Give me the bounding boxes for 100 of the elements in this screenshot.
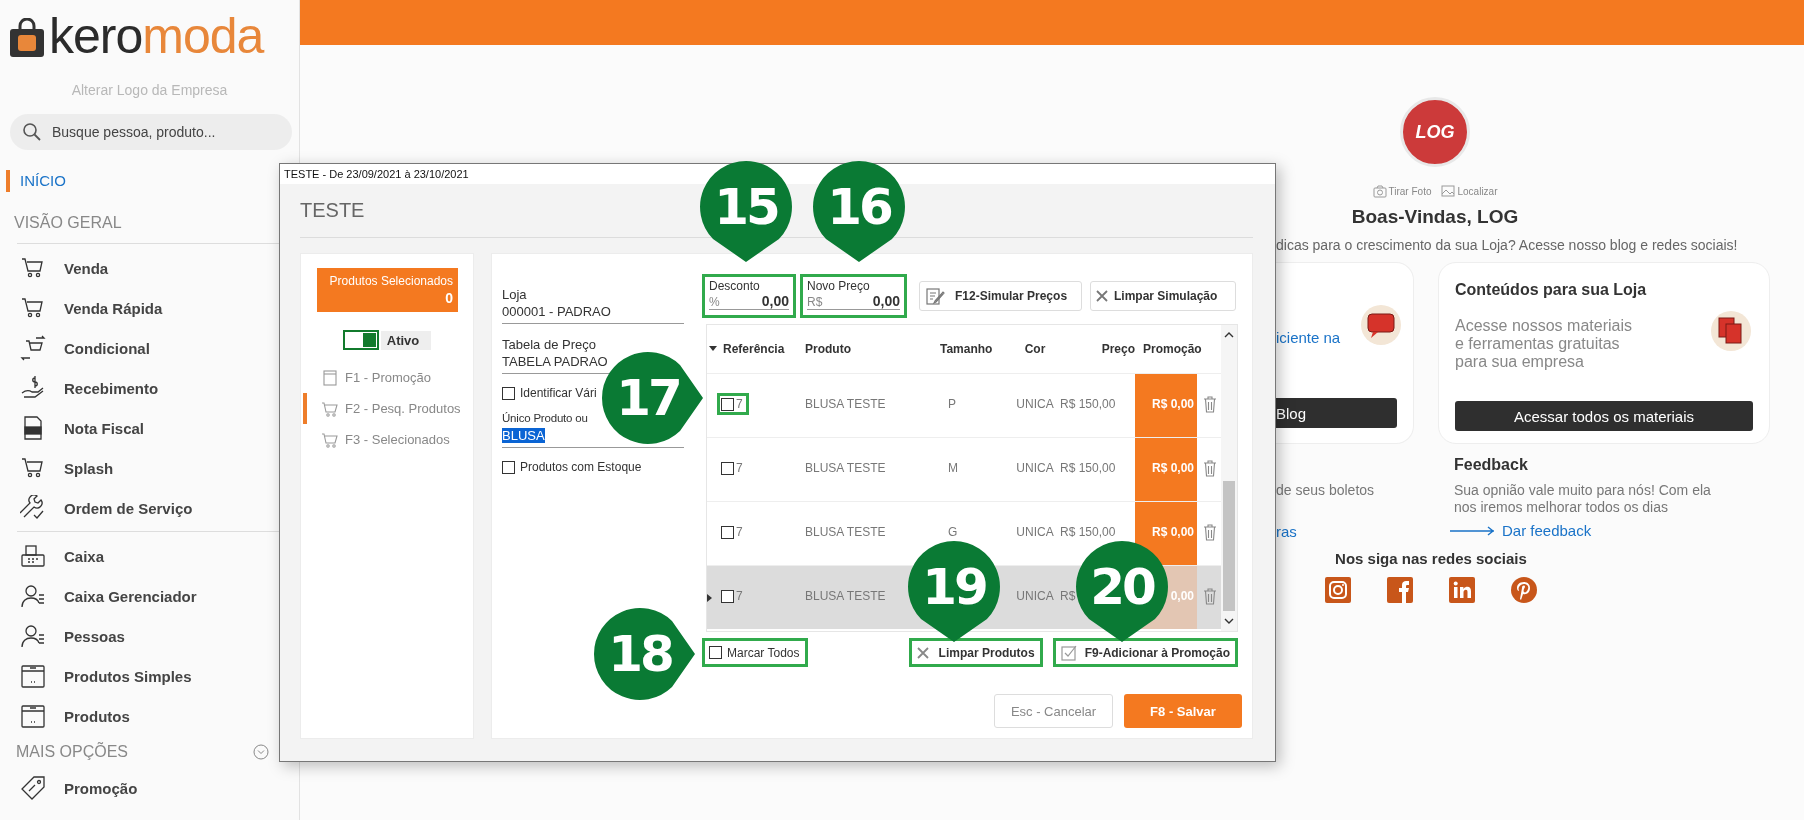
card-title: Conteúdos para sua Loja bbox=[1455, 281, 1648, 299]
column-header[interactable]: Produto bbox=[805, 342, 940, 356]
feedback-link[interactable]: Dar feedback bbox=[1502, 522, 1592, 539]
section-heading: MAIS OPÇÕES bbox=[16, 743, 129, 761]
close-icon bbox=[1096, 290, 1108, 302]
checkbox[interactable] bbox=[721, 525, 734, 539]
table-cell: M bbox=[948, 461, 958, 475]
photo-action-link[interactable]: Localizar bbox=[1441, 185, 1498, 198]
menu-item[interactable]: Pessoas bbox=[0, 616, 299, 656]
social-title: Nos siga nas redes sociais bbox=[1335, 550, 1527, 567]
trash-icon[interactable] bbox=[1202, 459, 1217, 477]
menu-item[interactable]: Recebimento bbox=[0, 368, 299, 408]
menu-item[interactable]: Splash bbox=[0, 448, 299, 488]
add-to-promotion-button[interactable]: F9-Adicionar à Promoção bbox=[1052, 638, 1238, 667]
discount-field[interactable]: Desconto % 0,00 bbox=[702, 274, 796, 318]
toggle-label: Ativo bbox=[380, 330, 432, 350]
promotion-cell: R$ 0,00 bbox=[1135, 502, 1197, 565]
menu-item[interactable]: Produtos bbox=[0, 696, 299, 736]
step-tab[interactable]: F2 - Pesq. Produtos bbox=[303, 393, 473, 424]
cancel-button[interactable]: Esc - Cancelar bbox=[994, 694, 1113, 728]
table-cell: 7 bbox=[736, 589, 743, 603]
checkbox[interactable] bbox=[721, 461, 734, 475]
mark-all-checkbox[interactable]: Marcar Todos bbox=[702, 638, 809, 667]
table-cell: R$ bbox=[1060, 589, 1076, 603]
box-icon bbox=[20, 663, 46, 689]
search-icon bbox=[22, 122, 42, 142]
arrow-right-icon bbox=[1450, 525, 1496, 536]
scroll-up-icon[interactable] bbox=[1224, 331, 1234, 339]
product-field[interactable]: BLUSA bbox=[502, 428, 545, 443]
column-header[interactable]: Tamanho bbox=[940, 342, 1010, 356]
card-link[interactable]: iciente na bbox=[1276, 329, 1341, 346]
linkedin-icon[interactable] bbox=[1449, 577, 1475, 603]
photo-action-link[interactable]: Tirar Foto bbox=[1372, 185, 1432, 198]
field-label: Único Produto ou bbox=[502, 412, 588, 424]
checkbox[interactable] bbox=[502, 460, 515, 474]
person-icon bbox=[20, 583, 46, 609]
table-cell: R$ 150,00 bbox=[1060, 461, 1116, 475]
scrollbar[interactable] bbox=[1221, 325, 1237, 631]
menu-item[interactable]: Promoção bbox=[0, 768, 299, 808]
table-row[interactable]: 7 BLUSA TESTE M UNICA R$ 150,00 R$ 0,00 bbox=[707, 437, 1221, 501]
column-header[interactable]: Cor bbox=[1010, 342, 1060, 356]
sort-caret-icon[interactable] bbox=[709, 346, 717, 352]
nav-link[interactable]: INÍCIO bbox=[6, 170, 66, 192]
table-cell: UNICA bbox=[1016, 461, 1054, 475]
checkbox[interactable] bbox=[721, 589, 734, 603]
menu-item[interactable]: Ordem de Serviço bbox=[0, 488, 299, 528]
table-cell: R$ 150,00 bbox=[1060, 525, 1116, 539]
cart-icon bbox=[321, 399, 339, 418]
step-tab[interactable]: F3 - Selecionados bbox=[303, 424, 473, 455]
facebook-icon[interactable] bbox=[1387, 577, 1413, 603]
menu-item[interactable]: Caixa bbox=[0, 536, 299, 576]
swap-icon bbox=[20, 335, 46, 361]
card-text: Acesse nossos materiais e ferramentas gratuitas para sua empresa bbox=[1455, 316, 1633, 372]
table-cell: R$ 150,00 bbox=[1060, 397, 1116, 411]
info-link[interactable]: ras bbox=[1276, 523, 1414, 540]
blog-button[interactable]: Blog bbox=[1276, 398, 1397, 428]
register-icon bbox=[20, 543, 46, 569]
menu-item[interactable]: Condicional bbox=[0, 328, 299, 368]
tag-icon bbox=[20, 775, 46, 801]
search-field[interactable]: Busque pessoa, produto... bbox=[10, 114, 292, 150]
table-cell: UNICA bbox=[1016, 589, 1054, 603]
promotion-cell: R$ 0,00 bbox=[1135, 374, 1197, 437]
menu-item[interactable]: Produtos Simples bbox=[0, 656, 299, 696]
column-header[interactable]: Preço bbox=[1060, 342, 1135, 356]
scroll-down-icon[interactable] bbox=[1224, 617, 1234, 625]
materials-button[interactable]: Acessar todos os materiais bbox=[1455, 401, 1753, 431]
menu-item[interactable]: Venda Rápida bbox=[0, 288, 299, 328]
table-row[interactable]: 7 BLUSA TESTE P UNICA R$ 150,00 R$ 0,00 bbox=[707, 373, 1221, 437]
checkbox[interactable] bbox=[502, 386, 515, 400]
camera-icon bbox=[1372, 185, 1387, 198]
callout-marker: 19 bbox=[908, 541, 1000, 642]
step-tab[interactable]: F1 - Promoção bbox=[303, 362, 473, 393]
clear-simulation-button[interactable]: Limpar Simulação bbox=[1090, 281, 1236, 311]
new-price-field[interactable]: Novo Preço R$ 0,00 bbox=[800, 274, 907, 318]
table-cell: BLUSA TESTE bbox=[805, 461, 886, 475]
store-field[interactable]: 000001 - PADRAO bbox=[502, 304, 611, 319]
column-header[interactable]: Referência bbox=[717, 342, 805, 356]
trash-icon[interactable] bbox=[1202, 587, 1217, 605]
pinterest-icon[interactable] bbox=[1511, 577, 1537, 603]
clear-products-button[interactable]: Limpar Produtos bbox=[908, 638, 1043, 667]
menu-item[interactable]: Caixa Gerenciador bbox=[0, 576, 299, 616]
image-icon bbox=[1441, 185, 1456, 198]
trash-icon[interactable] bbox=[1202, 523, 1217, 541]
menu-item[interactable]: Nota Fiscal bbox=[0, 408, 299, 448]
checkbox[interactable] bbox=[721, 397, 734, 411]
table-cell: UNICA bbox=[1016, 397, 1054, 411]
calendar-icon bbox=[321, 368, 339, 387]
toggle-switch[interactable] bbox=[342, 330, 379, 350]
company-logo: LOG bbox=[1400, 97, 1470, 167]
callout-marker: 20 bbox=[1076, 541, 1168, 642]
box-icon bbox=[20, 703, 46, 729]
instagram-icon[interactable] bbox=[1325, 577, 1351, 603]
trash-icon[interactable] bbox=[1202, 395, 1217, 413]
callout-marker: 15 bbox=[700, 161, 792, 262]
price-table-field[interactable]: TABELA PADRAO bbox=[502, 354, 608, 369]
menu-item[interactable]: Venda bbox=[0, 248, 299, 288]
simulate-prices-button[interactable]: F12-Simular Preços bbox=[919, 281, 1082, 311]
wrench-icon bbox=[20, 495, 46, 521]
table-cell: 7 bbox=[736, 461, 743, 475]
welcome-title: Boas-Vindas, LOG bbox=[1351, 206, 1519, 228]
